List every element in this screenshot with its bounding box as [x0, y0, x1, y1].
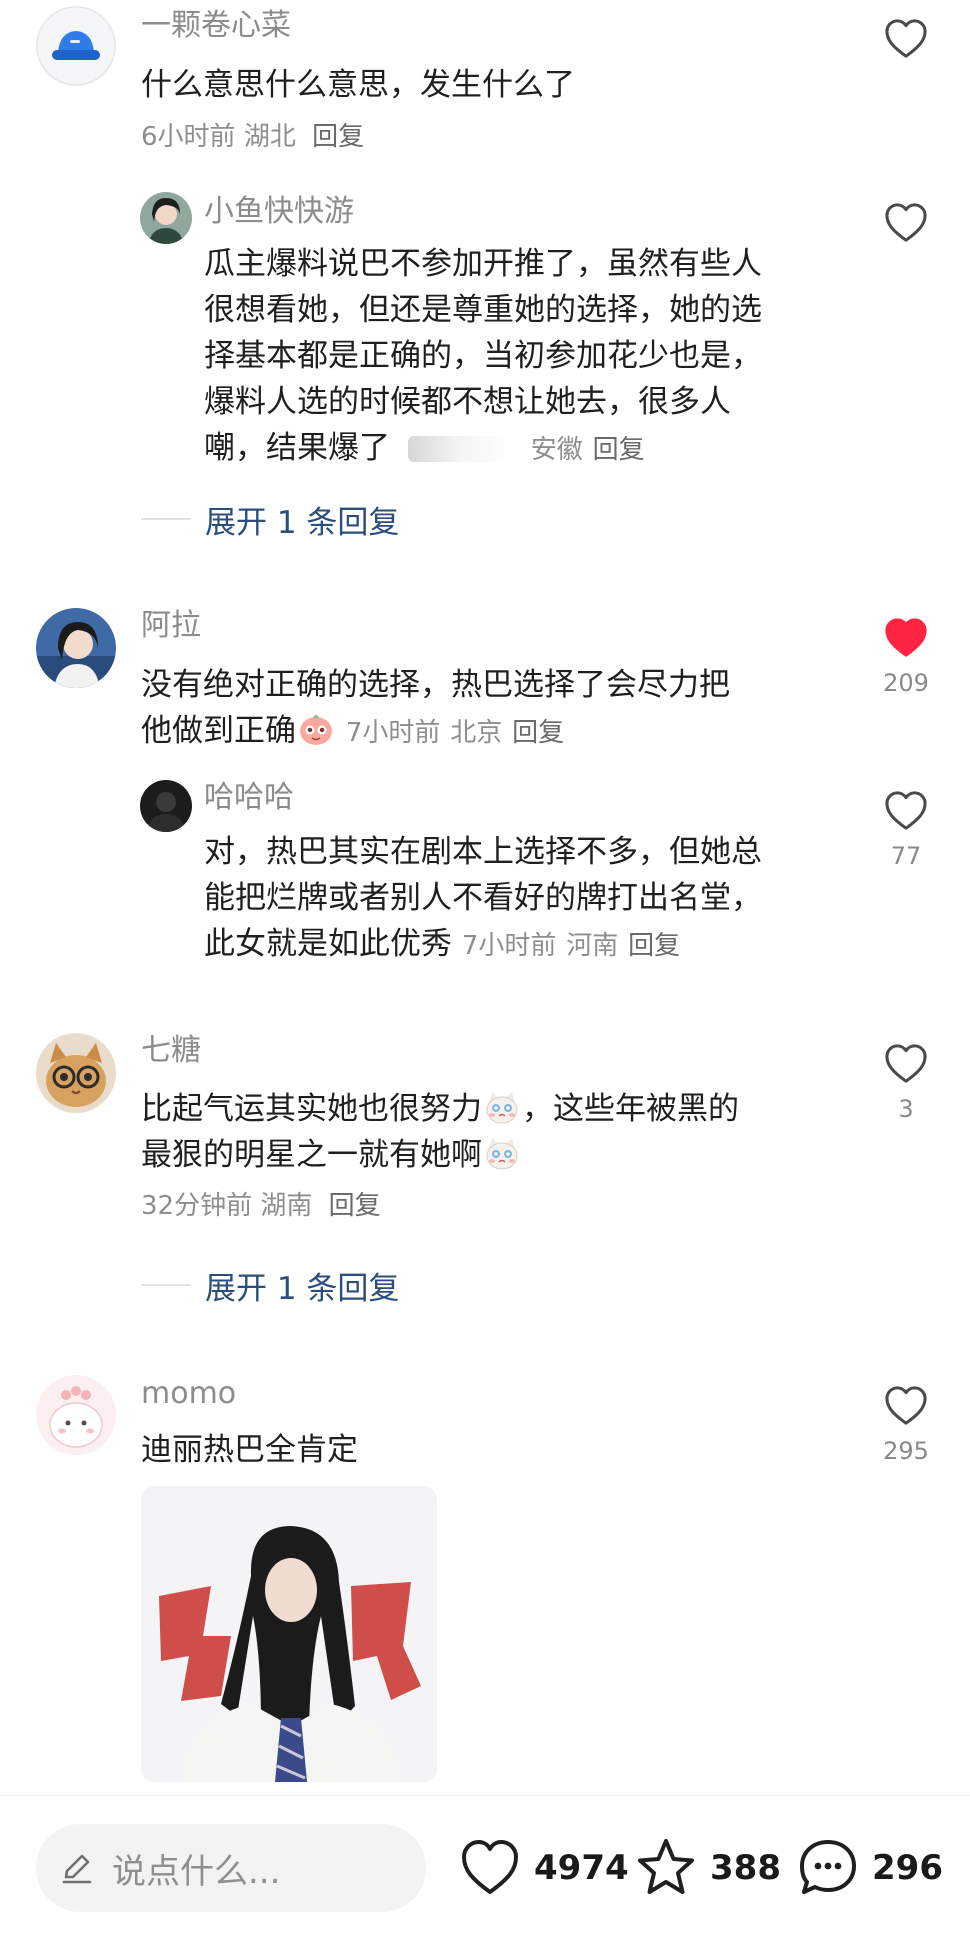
crying-cat-emoji-icon — [483, 1088, 521, 1126]
heart-outline-icon — [462, 1840, 518, 1894]
like-count: 77 — [890, 842, 922, 870]
post-favorite-count: 388 — [710, 1848, 781, 1888]
heart-filled-icon — [885, 618, 927, 657]
expand-replies-button[interactable]: 展开 1 条回复 — [141, 1263, 399, 1307]
like-count: 3 — [898, 1095, 914, 1123]
comment-text: 迪丽热巴全肯定 — [141, 1427, 841, 1473]
chat-bubble-icon — [800, 1840, 856, 1894]
post-comment-count: 296 — [872, 1848, 943, 1888]
bottom-action-bar: 说点什么... 4974 388 296 — [0, 1795, 970, 1934]
reply-button[interactable]: 回复 — [312, 122, 364, 152]
comment-time: 7小时前 — [345, 718, 441, 748]
comment-time: 7小时前 — [461, 931, 557, 961]
tearful-pink-emoji-icon — [297, 710, 335, 748]
like-post-button[interactable]: 4974 — [458, 1830, 629, 1906]
username[interactable]: 阿拉 — [141, 606, 201, 646]
comment-location: 河南 — [566, 931, 619, 961]
comment-text: 瓜主爆料说巴不参加开推了，虽然有些人 很想看她，但还是尊重她的选择，她的选 择基… — [204, 241, 844, 473]
heart-outline-icon — [885, 791, 927, 830]
comment-time: 6小时前 — [141, 122, 236, 152]
like-button[interactable]: 209 — [878, 617, 934, 697]
like-button[interactable]: 3 — [878, 1043, 934, 1123]
comment-line: 迪丽热巴全肯定 — [141, 1432, 358, 1468]
reply-button[interactable]: 回复 — [512, 718, 564, 748]
comment-meta: 6小时前 湖北 回复 — [141, 117, 364, 157]
comment-line: 对，热巴其实在剧本上选择不多，但她总 — [204, 834, 762, 870]
like-count: 209 — [883, 669, 929, 697]
reply-button[interactable]: 回复 — [593, 435, 645, 465]
comment-time: 32分钟前 — [141, 1191, 253, 1221]
heart-outline-icon — [885, 1386, 927, 1425]
comment-post-button[interactable]: 296 — [796, 1830, 943, 1906]
crying-cat-emoji-icon — [483, 1134, 521, 1172]
divider — [141, 1284, 191, 1286]
comment-line: 什么意思什么意思，发生什么了 — [141, 67, 575, 103]
comment-location: 安徽 — [530, 435, 583, 465]
comment-text: 对，热巴其实在剧本上选择不多，但她总 能把烂牌或者别人不看好的牌打出名堂， 此女… — [204, 829, 844, 969]
comment-input[interactable]: 说点什么... — [36, 1824, 426, 1912]
comment-line: 没有绝对正确的选择，热巴选择了会尽力把 — [141, 667, 730, 703]
like-button[interactable]: 295 — [878, 1385, 934, 1465]
comment-line: ，这些年被黑的 — [522, 1091, 739, 1127]
reply-button[interactable]: 回复 — [329, 1191, 381, 1221]
comment-line: 嘲，结果爆了 — [204, 430, 390, 466]
username[interactable]: momo — [141, 1374, 236, 1414]
star-outline-icon — [638, 1839, 694, 1894]
favorite-post-button[interactable]: 388 — [634, 1830, 781, 1906]
comment-line: 瓜主爆料说巴不参加开推了，虽然有些人 — [204, 246, 762, 282]
like-button[interactable] — [878, 202, 934, 244]
blurred-region — [407, 436, 513, 462]
comment-line: 此女就是如此优秀 — [204, 926, 452, 962]
comment-line: 爆料人选的时候都不想让她去，很多人 — [204, 384, 731, 420]
heart-outline-icon — [885, 19, 927, 58]
username[interactable]: 小鱼快快游 — [204, 192, 354, 232]
like-button[interactable] — [878, 18, 934, 60]
comment-text: 没有绝对正确的选择，热巴选择了会尽力把 他做到正确 7小时前 北京 回复 — [141, 662, 841, 756]
comment-line: 比起气运其实她也很努力 — [141, 1091, 482, 1127]
comment-text: 什么意思什么意思，发生什么了 — [141, 62, 841, 108]
comment-line: 他做到正确 — [141, 713, 296, 749]
comment-line: 择基本都是正确的，当初参加花少也是， — [204, 338, 762, 374]
comment-line: 能把烂牌或者别人不看好的牌打出名堂， — [204, 880, 762, 916]
username[interactable]: 一颗卷心菜 — [141, 6, 291, 46]
avatar[interactable] — [36, 6, 116, 86]
comment-location: 湖北 — [243, 122, 296, 152]
comment-input-placeholder: 说点什么... — [112, 1851, 281, 1892]
comment-location: 北京 — [450, 718, 503, 748]
pencil-icon — [62, 1854, 92, 1884]
divider — [141, 518, 191, 520]
comment-line: 很想看她，但还是尊重她的选择，她的选 — [204, 292, 762, 328]
comment-meta: 32分钟前 湖南 回复 — [141, 1186, 381, 1226]
avatar[interactable] — [36, 1375, 116, 1455]
expand-replies-button[interactable]: 展开 1 条回复 — [141, 497, 399, 541]
expand-replies-label: 展开 1 条回复 — [205, 1270, 400, 1307]
avatar[interactable] — [140, 780, 192, 832]
avatar[interactable] — [140, 192, 192, 244]
comment-image[interactable] — [141, 1486, 437, 1782]
heart-outline-icon — [885, 1044, 927, 1083]
username[interactable]: 七糖 — [141, 1031, 201, 1071]
comment-line: 最狠的明星之一就有她啊 — [141, 1137, 482, 1173]
post-like-count: 4974 — [534, 1848, 629, 1888]
heart-outline-icon — [885, 203, 927, 242]
username[interactable]: 哈哈哈 — [204, 778, 294, 818]
like-button[interactable]: 77 — [878, 790, 934, 870]
expand-replies-label: 展开 1 条回复 — [205, 504, 400, 541]
comment-text: 比起气运其实她也很努力 ，这些年被黑的 最狠的明星之一就有她啊 — [141, 1086, 841, 1178]
reply-button[interactable]: 回复 — [628, 931, 680, 961]
avatar[interactable] — [36, 608, 116, 688]
like-count: 295 — [883, 1437, 929, 1465]
comment-location: 湖南 — [260, 1191, 313, 1221]
avatar[interactable] — [36, 1033, 116, 1113]
